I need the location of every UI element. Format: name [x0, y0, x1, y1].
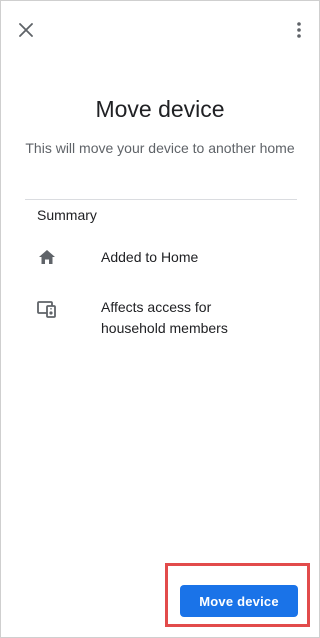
move-device-button[interactable]: Move device	[180, 585, 298, 617]
home-icon	[37, 247, 57, 267]
summary-item-affects-access: Affects access for household members	[37, 297, 299, 336]
page-title: Move device	[95, 96, 225, 122]
summary-item-label-line2: household members	[101, 320, 228, 336]
close-button[interactable]	[15, 19, 37, 41]
device-access-icon	[37, 299, 57, 319]
summary-item-label: Added to Home	[101, 249, 199, 265]
summary-heading: Summary	[37, 207, 97, 223]
summary-item-label: Affects access for household members	[101, 297, 228, 339]
summary-item-added-to-home: Added to Home	[37, 247, 299, 267]
summary-item-label-line1: Affects access for	[101, 299, 212, 315]
page-subtitle: This will move your device to another ho…	[25, 140, 295, 156]
close-icon	[19, 23, 33, 37]
more-options-button[interactable]	[291, 19, 307, 41]
more-vert-icon	[297, 22, 301, 38]
divider	[25, 199, 297, 200]
move-device-screen: Move device This will move your device t…	[0, 0, 320, 638]
